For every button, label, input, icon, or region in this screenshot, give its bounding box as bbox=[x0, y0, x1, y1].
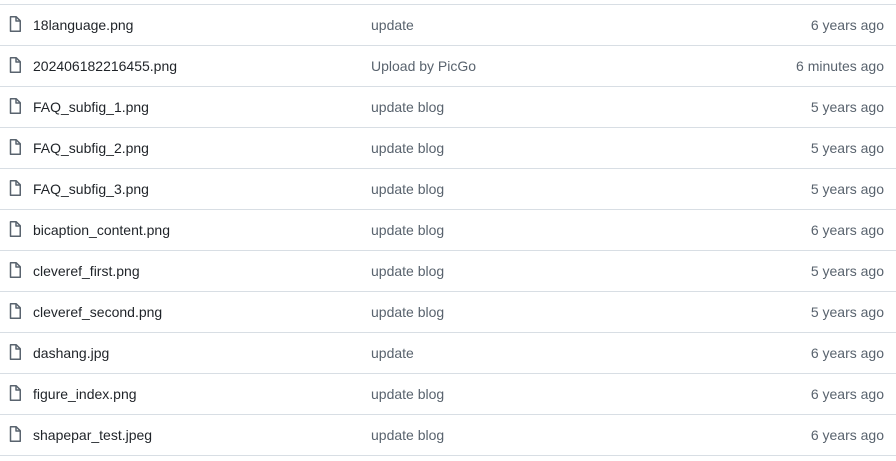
file-row[interactable]: FAQ_subfig_3.png update blog 5 years ago bbox=[0, 169, 896, 210]
commit-message-link[interactable]: update bbox=[371, 333, 414, 373]
file-icon bbox=[9, 262, 21, 278]
file-row[interactable]: FAQ_subfig_1.png update blog 5 years ago bbox=[0, 87, 896, 128]
file-name-link[interactable]: cleveref_first.png bbox=[33, 251, 140, 291]
file-row[interactable]: cleveref_first.png update blog 5 years a… bbox=[0, 251, 896, 292]
commit-message-link[interactable]: update blog bbox=[371, 374, 444, 414]
file-name-link[interactable]: 18language.png bbox=[33, 5, 133, 45]
file-name-link[interactable]: FAQ_subfig_3.png bbox=[33, 169, 149, 209]
commit-age: 5 years ago bbox=[810, 181, 884, 197]
file-row[interactable]: 18language.png update 6 years ago bbox=[0, 5, 896, 46]
file-row[interactable]: 202406182216455.png Upload by PicGo 6 mi… bbox=[0, 46, 896, 87]
file-row[interactable]: figure_index.png update blog 6 years ago bbox=[0, 374, 896, 415]
commit-message-link[interactable]: update blog bbox=[371, 251, 444, 291]
commit-age: 6 years ago bbox=[810, 222, 884, 238]
commit-age: 5 years ago bbox=[810, 263, 884, 279]
commit-age: 5 years ago bbox=[810, 304, 884, 320]
file-name-link[interactable]: bicaption_content.png bbox=[33, 210, 170, 250]
commit-message-link[interactable]: update blog bbox=[371, 415, 444, 455]
file-icon bbox=[9, 16, 21, 32]
commit-message-link[interactable]: update blog bbox=[371, 169, 444, 209]
file-icon bbox=[9, 385, 21, 401]
file-icon bbox=[9, 139, 21, 155]
commit-message-link[interactable]: update blog bbox=[371, 128, 444, 168]
file-rows: 18language.png update 6 years ago 202406… bbox=[0, 5, 896, 456]
commit-message-link[interactable]: update blog bbox=[371, 292, 444, 332]
file-name-link[interactable]: FAQ_subfig_1.png bbox=[33, 87, 149, 127]
commit-message-link[interactable]: update blog bbox=[371, 87, 444, 127]
file-icon bbox=[9, 180, 21, 196]
file-row[interactable]: cleveref_second.png update blog 5 years … bbox=[0, 292, 896, 333]
file-name-link[interactable]: cleveref_second.png bbox=[33, 292, 162, 332]
file-icon bbox=[9, 221, 21, 237]
file-name-link[interactable]: dashang.jpg bbox=[33, 333, 109, 373]
file-name-link[interactable]: shapepar_test.jpeg bbox=[33, 415, 152, 455]
file-row[interactable]: shapepar_test.jpeg update blog 6 years a… bbox=[0, 415, 896, 456]
commit-age: 6 years ago bbox=[810, 345, 884, 361]
file-list: 18language.png update 6 years ago 202406… bbox=[0, 0, 896, 461]
commit-message-link[interactable]: Upload by PicGo bbox=[371, 46, 476, 86]
commit-age: 6 minutes ago bbox=[796, 58, 884, 74]
commit-message-link[interactable]: update blog bbox=[371, 210, 444, 250]
file-row[interactable]: bicaption_content.png update blog 6 year… bbox=[0, 210, 896, 251]
file-icon bbox=[9, 344, 21, 360]
file-row[interactable]: FAQ_subfig_2.png update blog 5 years ago bbox=[0, 128, 896, 169]
file-row[interactable]: dashang.jpg update 6 years ago bbox=[0, 333, 896, 374]
commit-age: 6 years ago bbox=[810, 427, 884, 443]
file-icon bbox=[9, 98, 21, 114]
commit-age: 5 years ago bbox=[810, 140, 884, 156]
file-icon bbox=[9, 426, 21, 442]
file-icon bbox=[9, 303, 21, 319]
file-name-link[interactable]: 202406182216455.png bbox=[33, 46, 177, 86]
commit-age: 5 years ago bbox=[810, 99, 884, 115]
file-icon bbox=[9, 57, 21, 73]
file-name-link[interactable]: figure_index.png bbox=[33, 374, 137, 414]
commit-age: 6 years ago bbox=[810, 17, 884, 33]
commit-age: 6 years ago bbox=[810, 386, 884, 402]
file-name-link[interactable]: FAQ_subfig_2.png bbox=[33, 128, 149, 168]
commit-message-link[interactable]: update bbox=[371, 5, 414, 45]
